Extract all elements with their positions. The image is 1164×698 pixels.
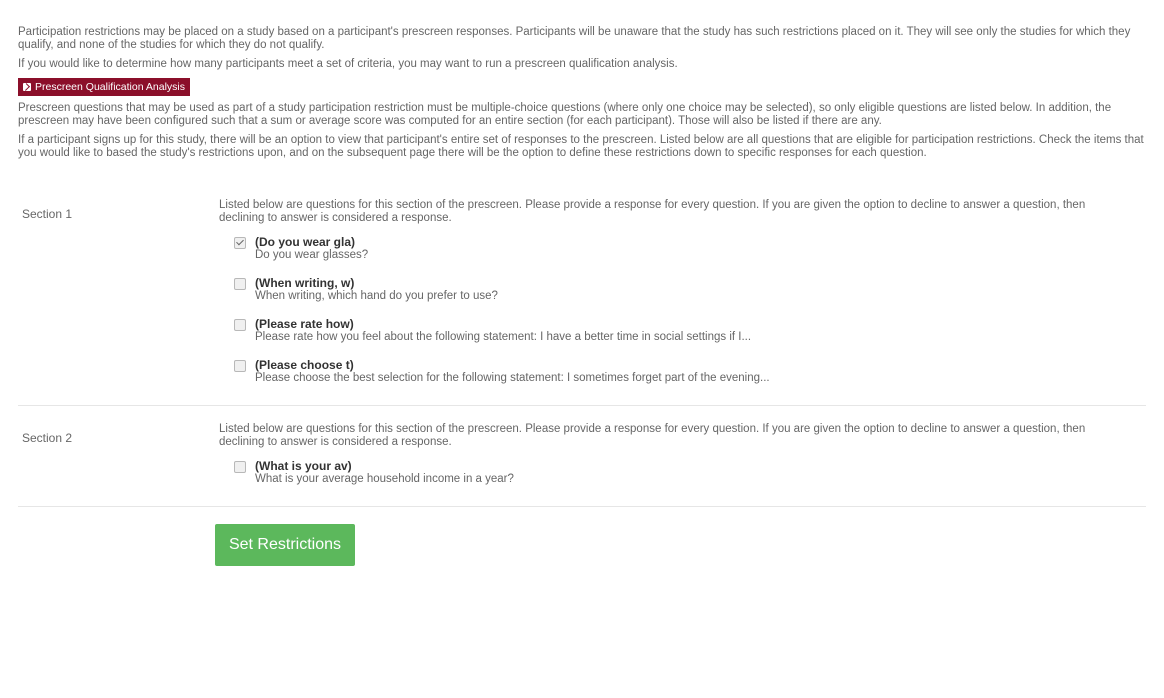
prescreen-qualification-analysis-button[interactable]: Prescreen Qualification Analysis [18,78,190,96]
question-item-social-settings[interactable]: (Please rate how) Please rate how you fe… [234,318,1106,344]
set-restrictions-button[interactable]: Set Restrictions [215,524,355,566]
question-checkbox[interactable] [234,461,246,473]
question-content: (What is your av) What is your average h… [255,460,514,486]
question-content: (When writing, w) When writing, which ha… [255,277,498,303]
question-text: When writing, which hand do you prefer t… [255,290,498,302]
question-text: Do you wear glasses? [255,249,369,261]
question-text: Please rate how you feel about the follo… [255,331,752,343]
question-code: (When writing, w) [255,276,355,290]
question-item-glasses[interactable]: (Do you wear gla) Do you wear glasses? [234,236,1106,262]
question-item-writing-hand[interactable]: (When writing, w) When writing, which ha… [234,277,1106,303]
question-checkbox[interactable] [234,319,246,331]
section-label: Section 2 [22,431,73,445]
question-checkbox[interactable] [234,237,246,249]
question-text: What is your average household income in… [255,473,514,485]
section-description: Listed below are questions for this sect… [219,199,1086,224]
prescreen-qualification-analysis-label: Prescreen Qualification Analysis [35,81,185,93]
question-checkbox[interactable] [234,360,246,372]
section-body: Listed below are questions for this sect… [219,199,1146,385]
section-1: Section 1 Listed below are questions for… [18,199,1146,406]
question-checkbox[interactable] [234,278,246,290]
question-code: (What is your av) [255,459,352,473]
section-2: Section 2 Listed below are questions for… [18,406,1146,507]
intro-paragraph-analysis: If you would like to determine how many … [18,58,678,70]
question-content: (Do you wear gla) Do you wear glasses? [255,236,368,262]
intro-paragraph-responses: If a participant signs up for this study… [18,134,1144,159]
question-content: (Please rate how) Please rate how you fe… [255,318,751,344]
submit-area: Set Restrictions [18,507,1146,566]
intro-paragraph-restrictions: Participation restrictions may be placed… [18,26,1131,51]
question-code: (Do you wear gla) [255,235,356,249]
intro-paragraph-eligible-questions: Prescreen questions that may be used as … [18,102,1112,127]
restrictions-page: Participation restrictions may be placed… [0,0,1164,698]
edit-icon [23,83,31,91]
section-body: Listed below are questions for this sect… [219,423,1146,486]
question-text: Please choose the best selection for the… [255,372,770,384]
question-content: (Please choose t) Please choose the best… [255,359,770,385]
question-item-household-income[interactable]: (What is your av) What is your average h… [234,460,1106,486]
section-description: Listed below are questions for this sect… [219,423,1086,448]
section-label: Section 1 [22,207,73,221]
question-code: (Please choose t) [255,358,354,372]
question-code: (Please rate how) [255,317,354,331]
question-item-forget-evening[interactable]: (Please choose t) Please choose the best… [234,359,1106,385]
